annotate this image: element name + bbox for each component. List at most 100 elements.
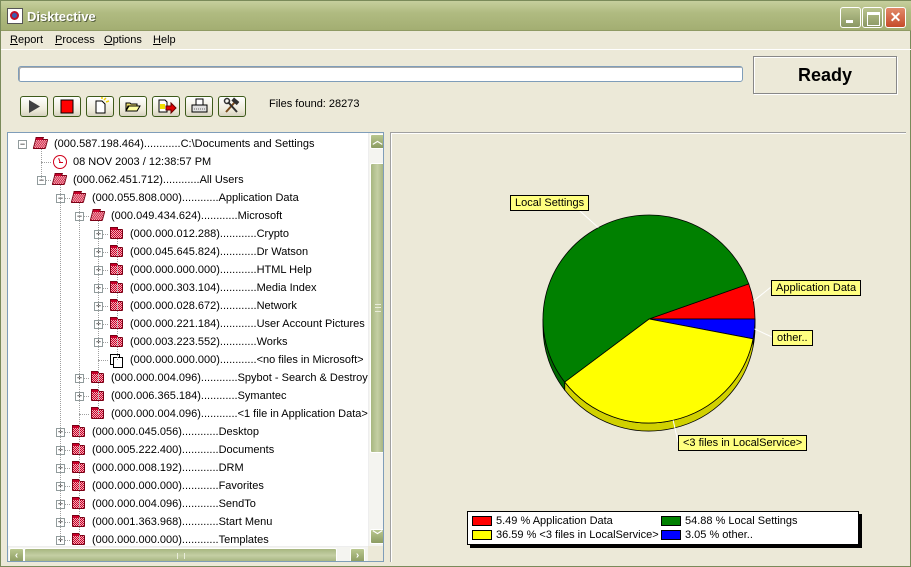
tree-item-label: (000.000.303.104)............Media Index	[130, 282, 317, 294]
vertical-scrollbar[interactable]: ︿ ﹀	[368, 133, 383, 546]
scrollbar-corner	[368, 546, 383, 561]
maximize-icon	[863, 8, 882, 27]
legend-label: 54.88 % Local Settings	[685, 515, 798, 527]
tree-item-label: (000.006.365.184)............Symantec	[111, 390, 287, 402]
pie-slice-label: <3 files in LocalService>	[678, 435, 808, 451]
scroll-up-button[interactable]: ︿	[370, 134, 383, 149]
scroll-left-button[interactable]: ‹	[9, 548, 24, 561]
folder-icon	[110, 227, 123, 239]
tree-item[interactable]: − (000.049.434.624)............Microsoft	[8, 207, 368, 225]
scroll-down-button[interactable]: ﹀	[370, 529, 383, 544]
tree-item[interactable]: − (000.055.808.000)............Applicatio…	[8, 189, 368, 207]
tree-guide-line	[79, 203, 80, 540]
printer-icon	[191, 98, 208, 113]
tree-item-label: (000.000.000.000)............Favorites	[92, 480, 264, 492]
menu-process[interactable]: Process	[55, 34, 95, 46]
tree-item-label: (000.000.028.672)............Network	[130, 300, 297, 312]
tree-item[interactable]: + (000.005.222.400)............Documents	[8, 441, 368, 459]
minimize-icon	[841, 8, 860, 27]
start-button[interactable]	[20, 96, 48, 117]
scroll-right-button[interactable]: ›	[350, 548, 365, 561]
app-window: Disktective ✕ Report Process Options Hel…	[0, 0, 911, 567]
tree-item[interactable]: (000.000.004.096)............<1 file in …	[8, 405, 368, 423]
tree-item-label: (000.000.004.096)............Spybot - Se…	[111, 372, 368, 384]
menu-bar: Report Process Options Help	[1, 32, 911, 50]
tree-connector	[41, 162, 51, 163]
tree-item[interactable]: + (000.000.012.288)............Crypto	[8, 225, 368, 243]
close-button[interactable]: ✕	[885, 7, 906, 28]
new-document-icon	[95, 97, 110, 114]
open-folder-icon	[125, 102, 141, 112]
tree-item-label: (000.000.004.096)............<1 file in …	[111, 408, 368, 420]
horizontal-scroll-thumb[interactable]	[24, 548, 337, 561]
tree-item[interactable]: + (000.003.223.552)............Works	[8, 333, 368, 351]
tree-item[interactable]: + (000.000.303.104)............Media Inde…	[8, 279, 368, 297]
grip-icon	[375, 304, 381, 312]
tree-item-label: (000.000.000.000)............<no files i…	[130, 354, 364, 366]
tools-icon	[223, 97, 240, 113]
tree-item-label: (000.055.808.000)............Application…	[92, 192, 299, 204]
open-button[interactable]	[119, 96, 147, 117]
minimize-button[interactable]	[840, 7, 861, 28]
legend-swatch	[472, 516, 492, 526]
tree-item[interactable]: − (000.587.198.464)............C:\Documen…	[8, 135, 368, 153]
stop-button[interactable]	[53, 96, 81, 117]
tree-connector	[98, 360, 108, 361]
legend-label: 5.49 % Application Data	[496, 515, 613, 527]
status-indicator: Ready	[753, 56, 897, 94]
tree-item[interactable]: + (000.001.363.968)............Start Menu	[8, 513, 368, 531]
settings-button[interactable]	[218, 96, 246, 117]
menu-help[interactable]: Help	[153, 34, 176, 46]
pane-splitter[interactable]	[385, 132, 389, 562]
legend-label: 36.59 % <3 files in LocalService>	[496, 529, 659, 541]
tree-item-label: (000.000.045.056)............Desktop	[92, 426, 259, 438]
tree-item[interactable]: + (000.000.000.000)............HTML Help	[8, 261, 368, 279]
legend-swatch	[472, 530, 492, 540]
scan-progress-bar	[18, 66, 743, 82]
folder-tree[interactable]: − (000.587.198.464)............C:\Documen…	[7, 132, 384, 562]
chart-legend: 5.49 % Application Data 54.88 % Local Se…	[467, 511, 859, 545]
leader-line	[754, 328, 773, 338]
tree-connector	[79, 414, 89, 415]
pie-slice-label: Application Data	[771, 280, 862, 296]
horizontal-scrollbar[interactable]: ‹ ›	[8, 546, 368, 561]
files-icon	[110, 354, 123, 368]
title-bar[interactable]: Disktective ✕	[1, 1, 911, 31]
print-button[interactable]	[185, 96, 213, 117]
new-report-button[interactable]	[86, 96, 114, 117]
tree-item[interactable]: − (000.062.451.712)............All Users	[8, 171, 368, 189]
tree-item[interactable]: 08 NOV 2003 / 12:38:57 PM	[8, 153, 368, 171]
tree-item[interactable]: + (000.000.000.000)............Favorites	[8, 477, 368, 495]
leader-line	[753, 286, 772, 302]
tree-item-label: 08 NOV 2003 / 12:38:57 PM	[73, 156, 212, 168]
tree-item-label: (000.003.223.552)............Works	[130, 336, 288, 348]
menu-options[interactable]: Options	[104, 34, 142, 46]
export-button[interactable]	[152, 96, 180, 117]
open-folder-icon	[32, 139, 49, 149]
tree-item[interactable]: + (000.000.008.192)............DRM	[8, 459, 368, 477]
tree-item-label: (000.000.004.096)............SendTo	[92, 498, 256, 510]
tree-item[interactable]: + (000.006.365.184)............Symantec	[8, 387, 368, 405]
pie-slice-label: other..	[772, 330, 813, 346]
collapse-icon[interactable]: −	[18, 140, 27, 149]
tree-item-label: (000.000.000.000)............HTML Help	[130, 264, 312, 276]
stop-icon	[60, 99, 74, 114]
export-icon	[158, 99, 177, 115]
menu-report[interactable]: Report	[10, 34, 43, 46]
legend-swatch	[661, 530, 681, 540]
tree-item[interactable]: + (000.000.004.096)............Spybot - S…	[8, 369, 368, 387]
tree-item[interactable]: + (000.000.028.672)............Network	[8, 297, 368, 315]
tree-item[interactable]: + (000.045.645.824)............Dr Watson	[8, 243, 368, 261]
files-found-count: Files found: 28273	[269, 98, 360, 110]
tree-item-label: (000.000.008.192)............DRM	[92, 462, 244, 474]
tree-item[interactable]: + (000.000.004.096)............SendTo	[8, 495, 368, 513]
tree-item[interactable]: (000.000.000.000)............<no files i…	[8, 351, 368, 369]
maximize-button[interactable]	[862, 7, 883, 28]
open-folder-icon	[70, 193, 87, 203]
tree-item-label: (000.000.012.288)............Crypto	[130, 228, 289, 240]
tree-item-label: (000.049.434.624)............Microsoft	[111, 210, 283, 222]
tree-item[interactable]: + (000.000.045.056)............Desktop	[8, 423, 368, 441]
grip-icon	[177, 553, 185, 559]
vertical-scroll-thumb[interactable]	[370, 163, 383, 453]
tree-item[interactable]: + (000.000.221.184)............User Accou…	[8, 315, 368, 333]
